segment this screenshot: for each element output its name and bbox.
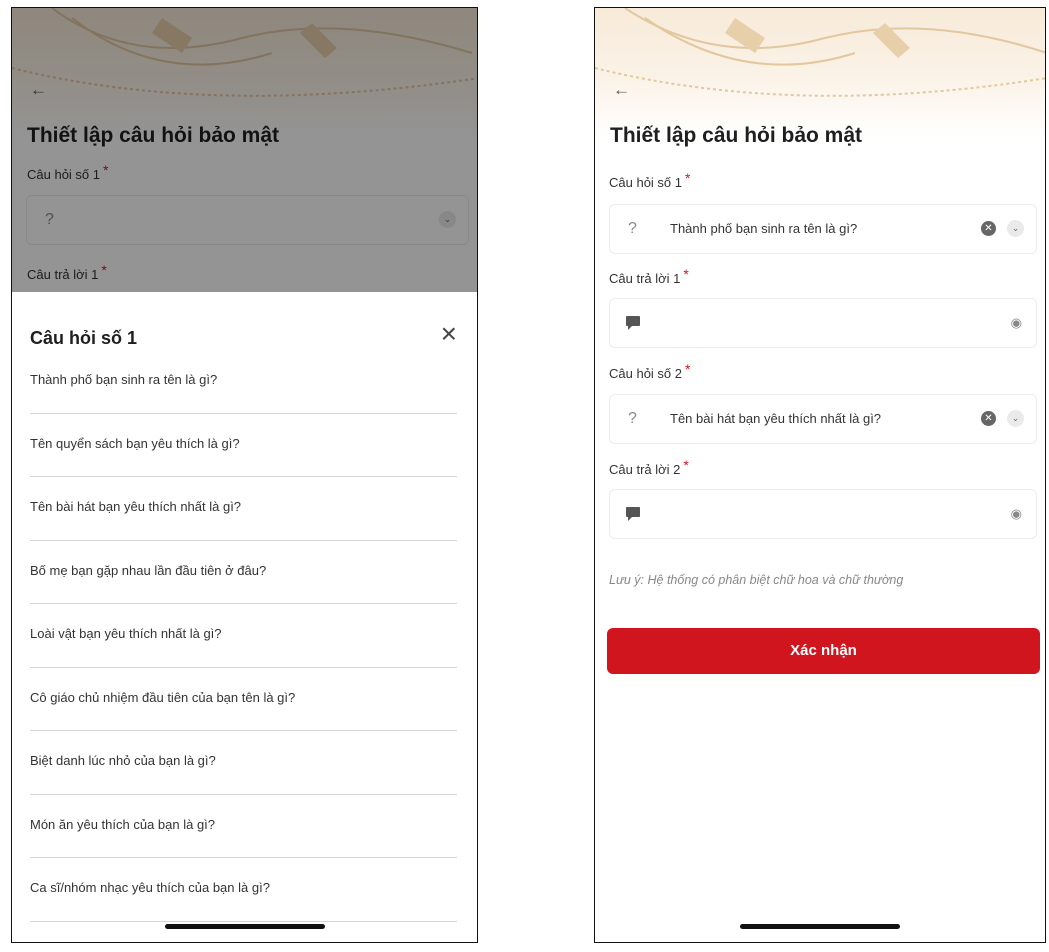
phone-left-screen: ← Thiết lập câu hỏi bảo mật Câu hỏi số 1… (11, 7, 478, 943)
a2-label-text: Câu trả lời 2 (609, 462, 681, 477)
question-mark-icon: ? (628, 410, 637, 427)
sheet-title: Câu hỏi số 1 (30, 328, 138, 348)
q1-selected-value: Thành phố bạn sinh ra tên là gì? (670, 221, 858, 236)
page-title: Thiết lập câu hỏi bảo mật (610, 124, 863, 147)
question-option[interactable]: Thành phố bạn sinh ra tên là gì? (30, 350, 457, 414)
required-mark: * (683, 266, 689, 282)
q1-label-text: Câu hỏi số 1 (609, 175, 682, 190)
question-option[interactable]: Cô giáo chủ nhiệm đầu tiên của bạn tên l… (30, 668, 457, 731)
q1-label: Câu hỏi số 1 * (609, 170, 690, 190)
clear-icon[interactable]: ✕ (981, 221, 996, 236)
question-option-list: Thành phố bạn sinh ra tên là gì? Tên quy… (12, 350, 477, 922)
question-option[interactable]: Tên bài hát bạn yêu thích nhất là gì? (30, 477, 457, 541)
a1-label-text: Câu trả lời 1 (609, 271, 681, 286)
question-bottom-sheet: Câu hỏi số 1 × Thành phố bạn sinh ra tên… (12, 292, 477, 942)
drum-pattern-decoration (595, 8, 1045, 97)
clear-icon[interactable]: ✕ (981, 411, 996, 426)
phone-right-screen: ← Thiết lập câu hỏi bảo mật Câu hỏi số 1… (594, 7, 1046, 943)
chevron-down-icon[interactable]: ⌄ (1007, 410, 1024, 427)
required-mark: * (685, 170, 691, 186)
question-option[interactable]: Biệt danh lúc nhỏ của bạn là gì? (30, 731, 457, 795)
a1-label: Câu trả lời 1 * (609, 266, 689, 286)
required-mark: * (685, 361, 691, 377)
a2-label: Câu trả lời 2 * (609, 457, 689, 477)
home-indicator (740, 924, 900, 929)
question-mark-icon: ? (628, 220, 637, 237)
eye-off-icon[interactable]: ◉ (1011, 506, 1022, 522)
confirm-button[interactable]: Xác nhận (607, 628, 1040, 674)
q1-select[interactable]: ? Thành phố bạn sinh ra tên là gì? ✕ ⌄ (609, 204, 1037, 254)
close-icon[interactable]: × (441, 320, 457, 348)
chat-icon (626, 507, 640, 521)
question-option[interactable]: Bố mẹ bạn gặp nhau lần đầu tiên ở đâu? (30, 541, 457, 604)
case-sensitivity-note: Lưu ý: Hệ thống có phân biệt chữ hoa và … (609, 573, 904, 587)
back-arrow-icon[interactable]: ← (613, 80, 630, 100)
q2-selected-value: Tên bài hát bạn yêu thích nhất là gì? (670, 411, 882, 426)
q2-label: Câu hỏi số 2 * (609, 361, 690, 381)
question-option[interactable]: Loài vật bạn yêu thích nhất là gì? (30, 604, 457, 668)
question-option[interactable]: Ca sĩ/nhóm nhạc yêu thích của bạn là gì? (30, 858, 457, 922)
required-mark: * (683, 457, 689, 473)
question-option[interactable]: Tên quyển sách bạn yêu thích là gì? (30, 414, 457, 477)
eye-off-icon[interactable]: ◉ (1011, 315, 1022, 331)
chat-icon (626, 316, 640, 330)
modal-overlay[interactable] (12, 8, 477, 292)
q2-label-text: Câu hỏi số 2 (609, 366, 682, 381)
chevron-down-icon[interactable]: ⌄ (1007, 220, 1024, 237)
header-drum-pattern (595, 8, 1045, 138)
q2-select[interactable]: ? Tên bài hát bạn yêu thích nhất là gì? … (609, 394, 1037, 444)
home-indicator (164, 924, 325, 929)
question-option[interactable]: Món ăn yêu thích của bạn là gì? (30, 795, 457, 858)
a1-input[interactable]: ◉ (609, 298, 1037, 348)
a2-input[interactable]: ◉ (609, 489, 1037, 539)
